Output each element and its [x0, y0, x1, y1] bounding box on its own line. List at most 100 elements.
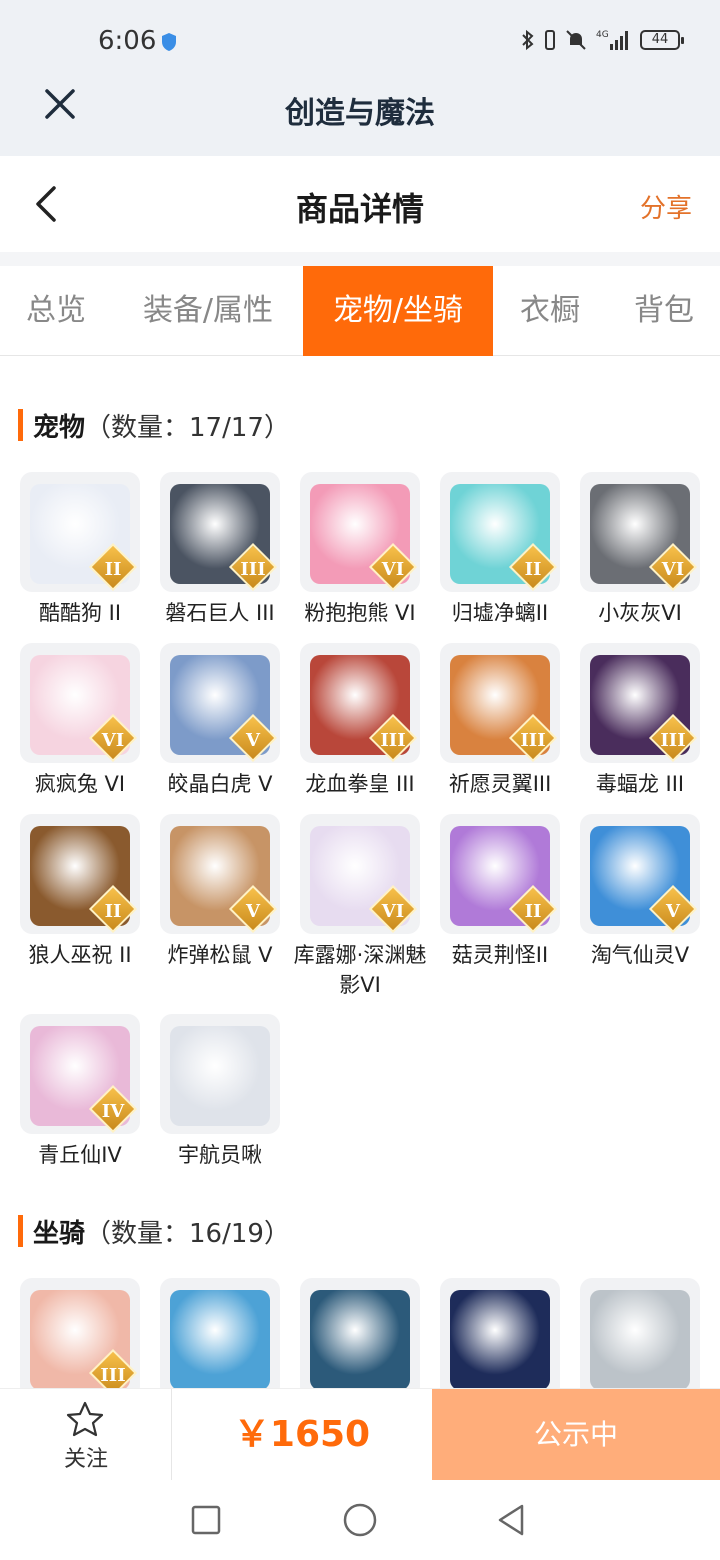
mounts-title: 坐骑 — [33, 1218, 86, 1249]
rank-label: IV — [101, 1101, 125, 1122]
pet-name: 青丘仙IV — [38, 1143, 122, 1167]
pet-name: 菇灵荆怪II — [451, 943, 549, 967]
rank-label: III — [660, 730, 686, 751]
share-button[interactable]: 分享 — [640, 188, 692, 225]
page-title: 商品详情 — [295, 190, 424, 228]
recent-apps-icon[interactable] — [188, 1502, 224, 1538]
pet-name: 宇航员啾 — [178, 1143, 262, 1167]
mount-image — [590, 1290, 690, 1388]
signal-icon: 4G — [596, 30, 628, 50]
back-triangle-icon[interactable] — [494, 1502, 530, 1538]
price-text: ￥1650 — [233, 1414, 371, 1455]
mount-thumbnail — [580, 1278, 700, 1388]
pet-thumbnail: V — [160, 814, 280, 934]
pets-title: 宠物 — [33, 412, 86, 443]
pet-name: 淘气仙灵V — [590, 943, 690, 967]
app-bar: 创造与魔法 — [0, 84, 720, 156]
pet-thumbnail: III — [580, 643, 700, 763]
pet-name: 小灰灰VI — [598, 601, 682, 625]
mount-thumbnail — [440, 1278, 560, 1388]
pet-name: 酷酷狗 II — [38, 601, 122, 625]
screen: 6:06 4G 44 创造与魔法 商品详情 分享 总览 装备/属性 宠物/坐骑 — [0, 0, 720, 1560]
tab-bar: 总览 装备/属性 宠物/坐骑 衣橱 背包 — [0, 266, 720, 356]
pets-count: （数量：17/17） — [85, 412, 290, 443]
home-icon[interactable] — [342, 1502, 378, 1538]
pet-thumbnail: III — [440, 643, 560, 763]
pet-image — [170, 1026, 270, 1126]
rank-label: V — [666, 901, 680, 922]
app-title: 创造与魔法 — [285, 96, 435, 131]
rank-label: V — [246, 901, 260, 922]
follow-label: 关注 — [63, 1447, 108, 1472]
pet-thumbnail: II — [440, 472, 560, 592]
tab-overview[interactable]: 总览 — [0, 266, 112, 356]
rank-label: VI — [381, 901, 405, 922]
pet-thumbnail: II — [440, 814, 560, 934]
pet-thumbnail: II — [20, 472, 140, 592]
pet-name: 粉抱抱熊 VI — [304, 601, 416, 625]
pets-grid: II 酷酷狗 II III 磐石巨人 III VI 粉抱抱熊 VI II 归墟净螭II VI 小灰… — [18, 472, 708, 1172]
mute-bell-icon — [566, 30, 586, 50]
divider — [0, 252, 720, 266]
status-time: 6:06 — [98, 26, 157, 56]
battery-icon: 44 — [640, 30, 684, 50]
pet-name: 磐石巨人 III — [165, 601, 275, 625]
pet-thumbnail: III — [300, 643, 420, 763]
pet-thumbnail: VI — [580, 472, 700, 592]
pet-thumbnail: III — [160, 472, 280, 592]
pet-name: 狼人巫祝 II — [28, 943, 132, 967]
mounts-grid: III — [18, 1278, 708, 1388]
status-icons: 4G 44 — [520, 28, 684, 52]
bluetooth-icon — [522, 29, 534, 51]
mount-thumbnail — [300, 1278, 420, 1388]
vibrate-icon — [545, 30, 555, 50]
rank-label: II — [104, 559, 122, 580]
rank-label: II — [524, 559, 542, 580]
mount-thumbnail: III — [20, 1278, 140, 1388]
mount-image — [170, 1290, 270, 1388]
system-nav-bar — [0, 1480, 720, 1560]
pet-name: 毒蝠龙 III — [595, 772, 685, 796]
rank-label: II — [524, 901, 542, 922]
mount-image — [310, 1290, 410, 1388]
bottom-action-bar: 关注 ￥1650 公示中 — [0, 1388, 720, 1481]
rank-label: III — [380, 730, 406, 751]
section-marker — [18, 409, 23, 441]
pet-thumbnail: VI — [20, 643, 140, 763]
pet-name: 炸弹松鼠 V — [167, 943, 273, 967]
mounts-section-title: 坐骑 （数量：16/19） — [18, 1214, 290, 1249]
shield-icon — [162, 33, 176, 51]
tab-pets-mounts[interactable]: 宠物/坐骑 — [303, 266, 493, 356]
public-status-button[interactable]: 公示中 — [432, 1389, 720, 1481]
rank-label: VI — [101, 730, 125, 751]
pet-thumbnail: V — [160, 643, 280, 763]
pet-name: 祈愿灵翼III — [448, 772, 552, 796]
rank-label: III — [100, 1365, 126, 1386]
pet-name: 库露娜·深渊魅影VI — [293, 943, 427, 997]
follow-button[interactable]: 关注 — [0, 1389, 172, 1481]
page-header: 商品详情 分享 — [0, 156, 720, 252]
pet-thumbnail: VI — [300, 472, 420, 592]
mounts-count: （数量：16/19） — [85, 1218, 290, 1249]
pet-name: 皎晶白虎 V — [167, 772, 273, 796]
section-marker — [18, 1215, 23, 1247]
svg-text:4G: 4G — [596, 30, 609, 40]
tab-wardrobe[interactable]: 衣橱 — [500, 266, 600, 356]
tab-equipment[interactable]: 装备/属性 — [124, 266, 292, 356]
rank-label: VI — [661, 559, 685, 580]
mount-image — [450, 1290, 550, 1388]
rank-label: II — [104, 901, 122, 922]
tab-backpack[interactable]: 背包 — [612, 266, 716, 356]
pet-name: 龙血拳皇 III — [305, 772, 415, 796]
rank-label: III — [520, 730, 546, 751]
status-bar: 6:06 4G 44 — [0, 0, 720, 84]
pet-thumbnail: V — [580, 814, 700, 934]
pet-thumbnail: VI — [300, 814, 420, 934]
mount-thumbnail — [160, 1278, 280, 1388]
pet-thumbnail — [160, 1014, 280, 1134]
rank-label: V — [246, 730, 260, 751]
pets-section-title: 宠物 （数量：17/17） — [18, 408, 290, 443]
pet-name: 疯疯兔 VI — [34, 772, 126, 796]
pet-thumbnail: IV — [20, 1014, 140, 1134]
pet-thumbnail: II — [20, 814, 140, 934]
